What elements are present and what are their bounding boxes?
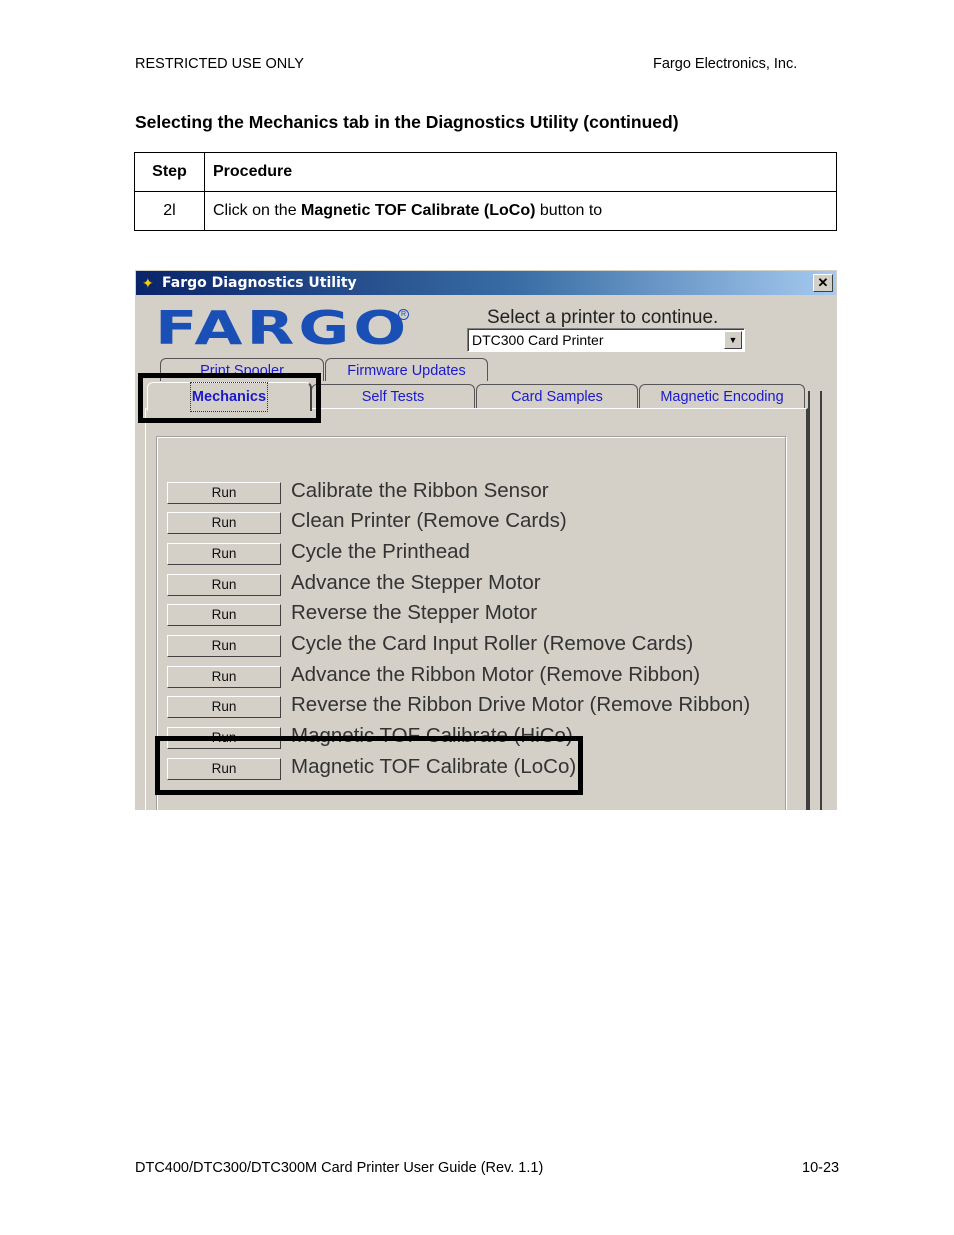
tab-magnetic-encoding[interactable]: Magnetic Encoding <box>639 384 805 409</box>
app-icon: ✦ <box>142 275 154 291</box>
action-label: Reverse the Ribbon Drive Motor (Remove R… <box>291 693 751 716</box>
chevron-down-icon[interactable]: ▼ <box>724 331 742 349</box>
action-label: Cycle the Card Input Roller (Remove Card… <box>291 632 694 655</box>
table-header-row: Step Procedure <box>134 152 837 192</box>
tab-label: Print Spooler <box>200 363 284 379</box>
tab-label: Self Tests <box>361 389 425 405</box>
tab-print-spooler[interactable]: Print Spooler <box>160 358 324 381</box>
action-label: Advance the Stepper Motor <box>291 571 541 594</box>
diagnostics-window: ✦ Fargo Diagnostics Utility ✕ FARGO R Se… <box>135 270 837 810</box>
footer-page-number: 10-23 <box>802 1160 840 1176</box>
run-button[interactable]: Run <box>167 574 281 596</box>
window-title: Fargo Diagnostics Utility <box>162 275 357 291</box>
tab-firmware-updates[interactable]: Firmware Updates <box>325 358 488 381</box>
section-title: Selecting the Mechanics tab in the Diagn… <box>135 112 679 132</box>
action-label: Magnetic TOF Calibrate (HiCo) <box>291 724 573 747</box>
registered-icon: R <box>398 309 409 320</box>
action-label: Reverse the Stepper Motor <box>291 601 538 624</box>
run-button[interactable]: Run <box>167 512 281 534</box>
run-loco-button[interactable]: Run <box>167 758 281 780</box>
procedure-text: Click on the Magnetic TOF Calibrate (LoC… <box>204 191 837 231</box>
footer-guide-title: DTC400/DTC300/DTC300M Card Printer User … <box>135 1160 544 1176</box>
close-icon: ✕ <box>817 275 829 290</box>
run-button[interactable]: Run <box>167 727 281 749</box>
run-button[interactable]: Run <box>167 482 281 504</box>
printer-dropdown[interactable]: DTC300 Card Printer ▼ <box>467 328 745 352</box>
col-procedure-header: Procedure <box>204 152 837 192</box>
tab-self-tests[interactable]: Self Tests <box>311 384 475 409</box>
procedure-text-before: Click on the <box>213 202 302 219</box>
action-label: Advance the Ribbon Motor (Remove Ribbon) <box>291 663 701 686</box>
tab-label: Magnetic Encoding <box>660 389 784 405</box>
title-bar[interactable]: ✦ Fargo Diagnostics Utility ✕ <box>136 271 836 295</box>
tab-mechanics[interactable]: Mechanics <box>147 382 312 412</box>
tab-label: Mechanics <box>189 382 269 412</box>
header-restricted: RESTRICTED USE ONLY <box>135 56 304 72</box>
run-button[interactable]: Run <box>167 696 281 718</box>
header-company: Fargo Electronics, Inc. <box>653 56 798 72</box>
action-label: Calibrate the Ribbon Sensor <box>291 479 549 502</box>
close-button[interactable]: ✕ <box>813 274 833 292</box>
fargo-logo: FARGO <box>155 301 411 355</box>
tab-label: Firmware Updates <box>347 363 466 379</box>
run-button[interactable]: Run <box>167 666 281 688</box>
col-step-header: Step <box>134 152 205 192</box>
tab-card-samples[interactable]: Card Samples <box>476 384 638 409</box>
action-label: Cycle the Printhead <box>291 540 470 563</box>
steps-table: Step Procedure 2l Click on the Magnetic … <box>134 152 837 231</box>
tab-label: Card Samples <box>511 389 603 405</box>
select-printer-prompt: Select a printer to continue. <box>487 307 719 328</box>
procedure-text-after: button to <box>535 202 603 219</box>
action-label-loco: Magnetic TOF Calibrate (LoCo) <box>291 755 577 778</box>
action-label: Clean Printer (Remove Cards) <box>291 509 567 532</box>
panel-frame <box>808 391 822 810</box>
run-button[interactable]: Run <box>167 543 281 565</box>
run-button[interactable]: Run <box>167 635 281 657</box>
step-number: 2l <box>134 191 205 231</box>
procedure-text-bold: Magnetic TOF Calibrate (LoCo) <box>301 202 536 219</box>
table-row: 2l Click on the Magnetic TOF Calibrate (… <box>134 191 837 231</box>
run-button[interactable]: Run <box>167 604 281 626</box>
printer-dropdown-value: DTC300 Card Printer <box>472 332 604 348</box>
